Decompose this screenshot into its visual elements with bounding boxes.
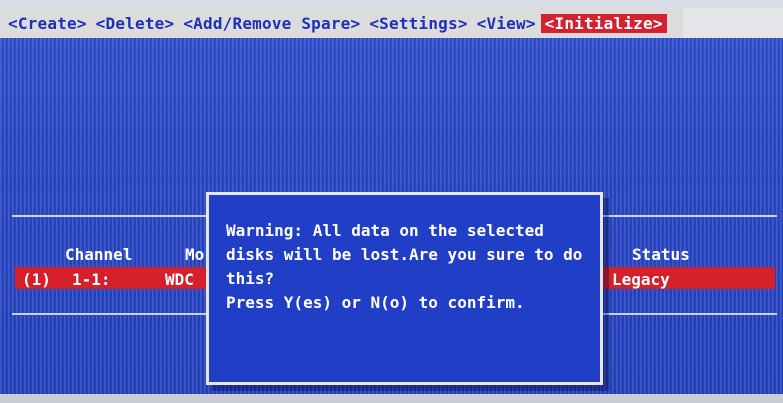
dialog-line-2: disks will be lost.Are you sure to do (226, 245, 583, 264)
menu-delete[interactable]: <Delete> (96, 14, 175, 33)
row-index: (1) (22, 270, 51, 289)
warning-dialog: Warning: All data on the selected disks … (206, 192, 603, 385)
top-edge (0, 0, 783, 8)
menu-view[interactable]: <View> (477, 14, 536, 33)
menu-settings[interactable]: <Settings> (369, 14, 467, 33)
row-model: WDC (165, 270, 194, 289)
header-model: Mo (185, 245, 205, 264)
header-channel: Channel (65, 245, 133, 264)
header-status: Status (632, 245, 690, 264)
menu-create[interactable]: <Create> (8, 14, 87, 33)
menu-initialize[interactable]: <Initialize> (540, 13, 667, 33)
menu-bar: <Create> <Delete> <Add/Remove Spare> <Se… (0, 8, 683, 38)
menu-add-remove-spare[interactable]: <Add/Remove Spare> (183, 14, 360, 33)
row-channel: 1-1: (72, 270, 111, 289)
dialog-line-1: Warning: All data on the selected (226, 221, 544, 240)
menu-bar-end (683, 8, 783, 38)
bottom-edge (0, 394, 783, 403)
dialog-confirm-prompt: Press Y(es) or N(o) to confirm. (226, 293, 525, 312)
row-status: Legacy (612, 270, 670, 289)
dialog-line-3: this? (226, 269, 275, 288)
